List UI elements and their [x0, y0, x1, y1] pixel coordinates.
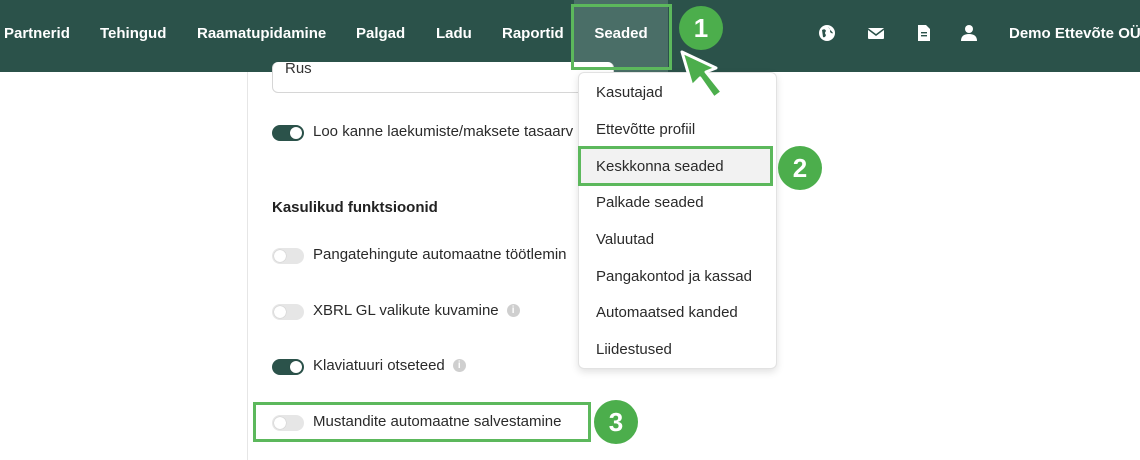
- pointer-arrow-icon: [680, 50, 724, 100]
- nav-item-tehingud[interactable]: Tehingud: [100, 0, 166, 72]
- menu-item-pangakontod-ja-kassad[interactable]: Pangakontod ja kassad: [596, 268, 752, 285]
- bank-processing-toggle[interactable]: [272, 248, 304, 264]
- reconciliation-toggle[interactable]: [272, 125, 304, 141]
- callout-highlight-seaded: [571, 4, 672, 70]
- xbrl-toggle[interactable]: [272, 304, 304, 320]
- toggle-label: Pangatehingute automaatne töötlemin: [313, 246, 567, 263]
- globe-icon[interactable]: [818, 24, 838, 44]
- info-icon[interactable]: i: [506, 303, 520, 317]
- toggle-label-wrap: Klaviatuuri otseteed i: [313, 357, 466, 374]
- keyboard-shortcuts-toggle[interactable]: [272, 359, 304, 375]
- callout-highlight-keskkonna-seaded: [578, 146, 773, 186]
- menu-item-valuutad[interactable]: Valuutad: [596, 231, 654, 248]
- callout-highlight-draft-autosave: [253, 402, 591, 442]
- toggle-label-wrap: XBRL GL valikute kuvamine i: [313, 302, 520, 319]
- language-select-value: Rus: [285, 60, 312, 77]
- settings-dropdown-menu: Kasutajad Ettevõtte profiil Keskkonna se…: [578, 72, 777, 369]
- section-title-useful-functions: Kasulikud funktsioonid: [272, 199, 438, 216]
- nav-item-partnerid[interactable]: Partnerid: [4, 0, 70, 72]
- user-icon[interactable]: [960, 24, 980, 44]
- menu-item-automaatsed-kanded[interactable]: Automaatsed kanded: [596, 304, 738, 321]
- step-badge-3: 3: [594, 400, 638, 444]
- step-badge-1: 1: [679, 6, 723, 50]
- menu-item-palkade-seaded[interactable]: Palkade seaded: [596, 194, 704, 211]
- info-icon[interactable]: i: [452, 358, 466, 372]
- menu-item-kasutajad[interactable]: Kasutajad: [596, 84, 663, 101]
- toggle-label: Klaviatuuri otseteed: [313, 357, 445, 374]
- language-select[interactable]: Rus: [272, 60, 614, 93]
- toggle-label: Loo kanne laekumiste/maksete tasaarv: [313, 123, 574, 140]
- document-icon[interactable]: [916, 24, 936, 44]
- company-name[interactable]: Demo Ettevõte OÜ: [1009, 0, 1140, 72]
- step-badge-2: 2: [778, 146, 822, 190]
- mail-icon[interactable]: [867, 24, 887, 44]
- toggle-label: XBRL GL valikute kuvamine: [313, 302, 499, 319]
- menu-item-ettevotte-profiil[interactable]: Ettevõtte profiil: [596, 121, 695, 138]
- menu-item-liidestused[interactable]: Liidestused: [596, 341, 672, 358]
